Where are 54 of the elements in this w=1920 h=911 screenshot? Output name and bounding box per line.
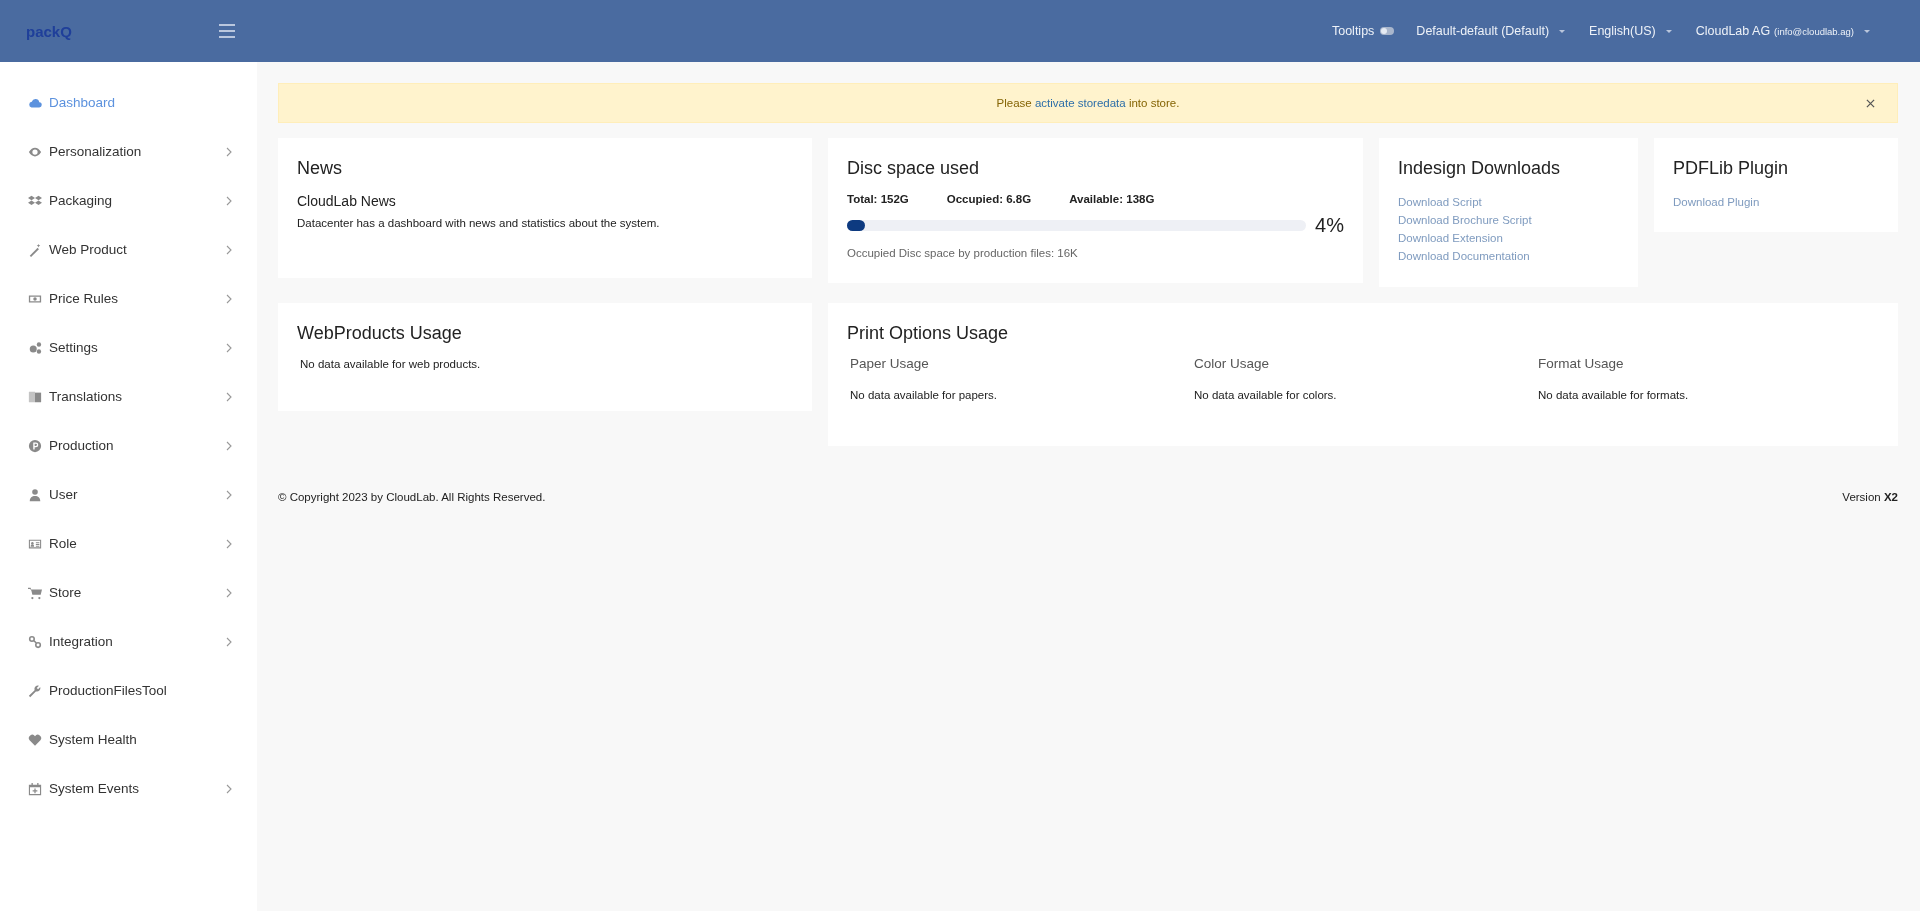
tooltips-label: Tooltips bbox=[1331, 24, 1375, 38]
section-heading: Paper Usage bbox=[850, 356, 930, 371]
card-title: News bbox=[297, 158, 343, 179]
news-title: CloudLab News bbox=[297, 193, 397, 209]
sidebar-item[interactable]: Store bbox=[0, 568, 257, 617]
copyright-text: © Copyright 2023 by CloudLab. All Rights Reserved. bbox=[278, 491, 546, 503]
sidebar-item[interactable]: Settings bbox=[0, 323, 257, 372]
dropdown-menu[interactable]: English(US) bbox=[1583, 24, 1678, 38]
sidebar-item[interactable]: User bbox=[0, 470, 257, 519]
link[interactable]: activate storedata bbox=[1034, 97, 1126, 109]
empty-message: No data available for web products. bbox=[299, 358, 482, 370]
progress-reading: 4% bbox=[1315, 214, 1344, 237]
wrench-icon bbox=[28, 683, 42, 698]
heart-icon bbox=[28, 732, 42, 747]
sidebar-item[interactable]: System Events bbox=[0, 764, 257, 813]
card-title: Disc space used bbox=[847, 158, 981, 179]
tooltips-toggle[interactable] bbox=[1380, 27, 1395, 35]
link-icon bbox=[28, 634, 42, 649]
sidebar-item[interactable]: ProductionFilesTool bbox=[0, 666, 257, 715]
alert-message: Please activate storedata into store. bbox=[996, 97, 1180, 109]
sidebar-item[interactable]: Role bbox=[0, 519, 257, 568]
calendar-icon bbox=[28, 781, 42, 796]
boxes-icon bbox=[28, 193, 42, 208]
disc-stat: Available: 138G bbox=[1069, 193, 1155, 205]
disc-note: Occupied Disc space by production files: 16K bbox=[847, 247, 1079, 259]
sidebar-item[interactable]: Price Rules bbox=[0, 274, 257, 323]
sidebar-item[interactable]: Web Product bbox=[0, 225, 257, 274]
card-title: Print Options Usage bbox=[847, 323, 1010, 344]
dropdown-menu[interactable]: CloudLab AG (info@cloudlab.ag) bbox=[1689, 24, 1876, 38]
sidebar-item[interactable]: Packaging bbox=[0, 176, 257, 225]
news-text: Datacenter has a dashboard with news and statistics about the system. bbox=[297, 217, 661, 229]
card-title: WebProducts Usage bbox=[297, 323, 463, 344]
sidebar-item[interactable]: Translations bbox=[0, 372, 257, 421]
sidebar-item[interactable]: Personalization bbox=[0, 127, 257, 176]
sidebar-item[interactable]: System Health bbox=[0, 715, 257, 764]
section-heading: Color Usage bbox=[1194, 356, 1271, 371]
section-heading: Format Usage bbox=[1538, 356, 1625, 371]
sidebar-item[interactable]: Integration bbox=[0, 617, 257, 666]
empty-message: No data available for colors. bbox=[1194, 389, 1338, 401]
user-icon bbox=[28, 487, 42, 502]
disc-stat: Occupied: 6.8G bbox=[946, 193, 1032, 205]
sidebar-item[interactable]: Production bbox=[0, 421, 257, 470]
dropdown-menu[interactable]: Default-default (Default) bbox=[1410, 24, 1572, 38]
cart-icon bbox=[28, 585, 42, 600]
close-icon[interactable] bbox=[1866, 99, 1875, 108]
empty-message: No data available for formats. bbox=[1538, 389, 1690, 401]
empty-message: No data available for papers. bbox=[850, 389, 999, 401]
menu-icon[interactable] bbox=[219, 24, 235, 38]
card-title: PDFLib Plugin bbox=[1673, 158, 1790, 179]
wand-icon bbox=[28, 242, 42, 257]
version-text: Version X2 bbox=[1842, 491, 1898, 503]
circle-letter-icon bbox=[28, 438, 42, 453]
disc-stat: Total: 152G bbox=[847, 193, 909, 205]
card-title: Indesign Downloads bbox=[1398, 158, 1562, 179]
